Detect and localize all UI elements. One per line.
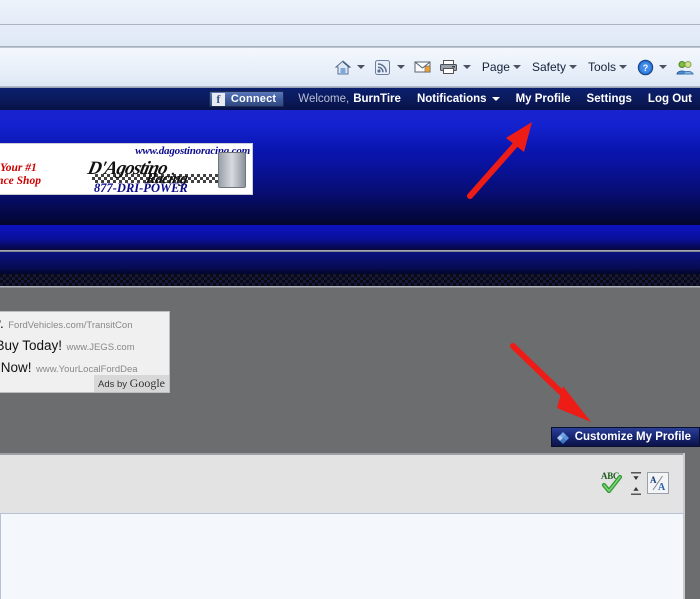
print-caret-icon[interactable] [462, 65, 471, 69]
ad-url: www.YourLocalFordDea [35, 364, 138, 375]
ads-by-google-label[interactable]: Ads by Google [93, 375, 169, 392]
increase-spacing-icon [631, 471, 641, 480]
editor-toolbar-buttons: ABC A A [601, 471, 669, 495]
profile-text-editor: ABC A A [0, 453, 683, 599]
welcome-label: Welcome, [298, 93, 350, 105]
ad-item[interactable]: rder-Buy Today! www.JEGS.com [0, 334, 169, 356]
facebook-connect-label: Connect [230, 93, 277, 105]
google-wordmark: Google [129, 376, 165, 390]
text-color-button[interactable]: A A [647, 472, 669, 494]
header-bottom-pattern [0, 274, 700, 286]
editor-toolbar: ABC A A [0, 457, 683, 513]
font-color-icon: A A [650, 475, 666, 492]
advanced-search-band: Advanced Search [0, 252, 700, 521]
page-right-margin [685, 453, 700, 599]
checkmark-icon [601, 474, 623, 494]
svg-text:?: ? [642, 63, 648, 73]
screenshot-root: Page Safety Tools ? f Connect Welcome, B… [0, 0, 700, 599]
facebook-f-icon: f [211, 92, 225, 106]
username-label[interactable]: BurnTire [353, 93, 401, 105]
help-icon[interactable]: ? [632, 54, 658, 80]
ad-title: rder-Buy Today! [0, 338, 63, 353]
browser-toolbar-lower [0, 25, 700, 46]
ad-title: Show. [0, 316, 4, 331]
ad-title: ealer Now! [0, 360, 32, 375]
nav-item-my-profile[interactable]: My Profile [516, 93, 571, 105]
banner-phone: 877-DRI-POWER [94, 181, 188, 195]
ad-url: www.JEGS.com [66, 342, 135, 353]
home-caret-icon[interactable] [356, 65, 365, 69]
banner-tagline-1: Your #1 [0, 162, 37, 174]
help-caret-icon[interactable] [659, 65, 667, 69]
spellcheck-button[interactable]: ABC [601, 471, 625, 495]
mail-icon[interactable] [410, 54, 436, 80]
page-caret-icon[interactable] [512, 65, 521, 69]
tools-menu-label[interactable]: Tools [582, 60, 618, 74]
facebook-connect-button[interactable]: f Connect [208, 91, 285, 107]
command-bar-items: Page Safety Tools ? [330, 48, 700, 86]
notifications-chevron-down-icon [491, 97, 500, 101]
google-ads-block: Show. FordVehicles.com/TransitCon rder-B… [0, 311, 170, 393]
banner-advertisement[interactable]: www.dagostinoracing.com Your #1 rmance S… [0, 143, 253, 195]
tools-caret-icon[interactable] [619, 65, 627, 69]
nav-notifications-label: Notifications [416, 93, 487, 105]
print-icon[interactable] [436, 54, 462, 80]
editor-content-area[interactable] [0, 513, 683, 599]
nav-item-settings[interactable]: Settings [587, 93, 632, 105]
decrease-spacing-icon [631, 486, 641, 495]
nav-item-log-out[interactable]: Log Out [648, 93, 692, 105]
user-accounts-icon[interactable] [672, 54, 698, 80]
safety-menu-label[interactable]: Safety [526, 60, 568, 74]
svg-text:A: A [650, 475, 657, 485]
browser-toolbar-upper [0, 0, 700, 24]
line-spacing-stepper[interactable] [631, 471, 641, 495]
safety-caret-icon[interactable] [568, 65, 577, 69]
site-top-navigation: f Connect Welcome, BurnTire Notification… [0, 88, 700, 110]
top-nav-items: f Connect Welcome, BurnTire Notification… [208, 88, 692, 110]
ads-by-prefix: Ads by [97, 379, 130, 390]
ad-item[interactable]: Show. FordVehicles.com/TransitCon [0, 312, 169, 334]
page-menu-label[interactable]: Page [476, 60, 512, 74]
diamond-arrows-icon [556, 431, 569, 444]
rss-caret-icon[interactable] [396, 65, 405, 69]
svg-text:A: A [658, 482, 666, 492]
piston-graphic [218, 152, 246, 188]
customize-my-profile-button[interactable]: Customize My Profile [550, 427, 700, 447]
nav-item-notifications[interactable]: Notifications [417, 93, 500, 105]
ad-url: FordVehicles.com/TransitCon [8, 320, 133, 331]
home-icon[interactable] [330, 54, 356, 80]
customize-my-profile-label: Customize My Profile [574, 431, 691, 443]
banner-tagline-2: rmance Shop [0, 175, 41, 187]
search-bar-strip [0, 225, 700, 472]
rss-feed-icon[interactable] [370, 54, 396, 80]
